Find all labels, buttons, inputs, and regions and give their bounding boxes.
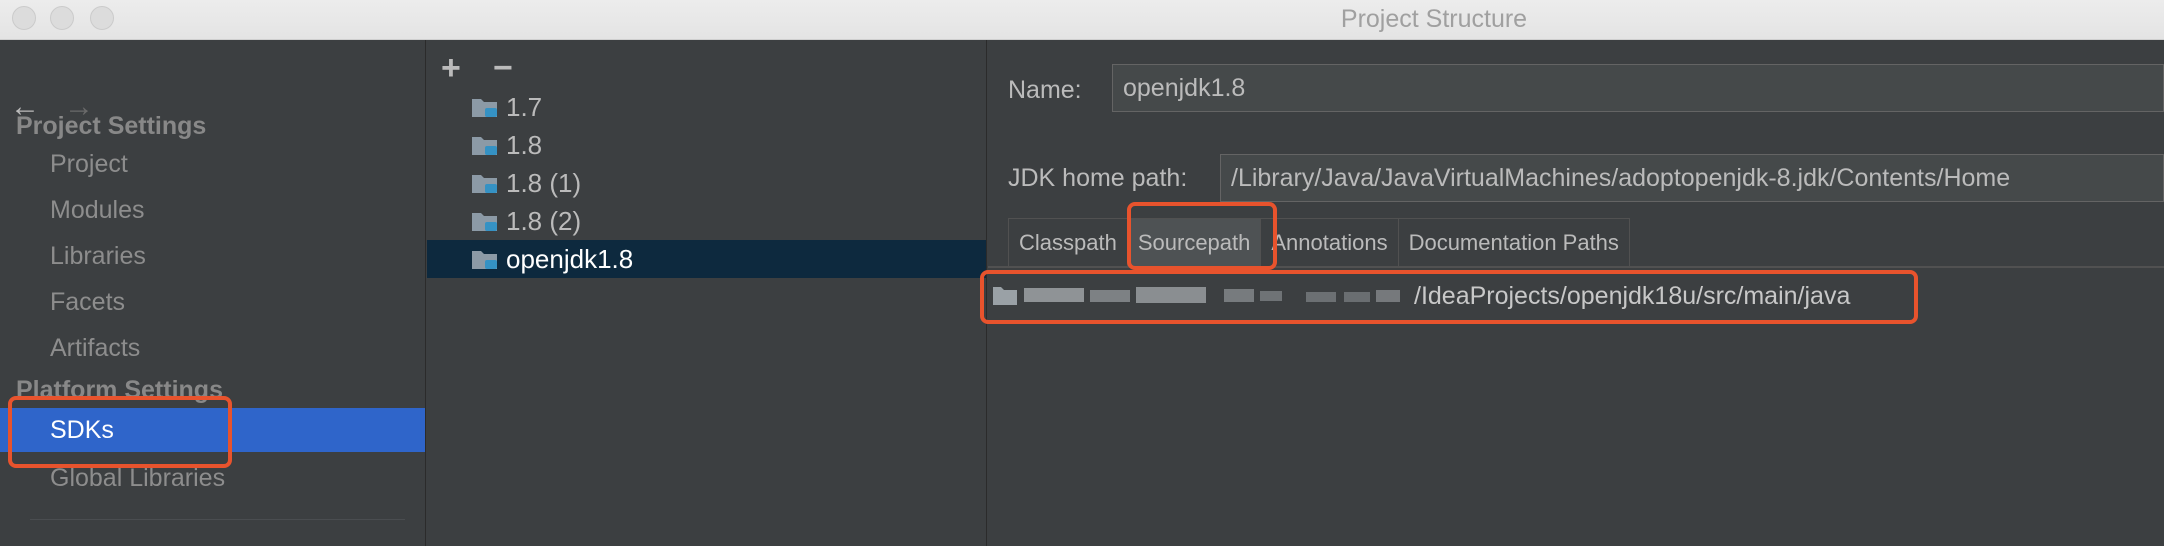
sdk-list-pane: + − 1.7 1.8 1.8 (1) 1.8 (2) openjdk1.8 — [427, 40, 987, 546]
jdk-folder-icon — [472, 137, 497, 155]
jdk-folder-icon — [472, 175, 497, 193]
jdk-folder-icon — [472, 251, 497, 269]
sdk-list-item-label: openjdk1.8 — [506, 244, 634, 274]
close-window-button[interactable] — [12, 6, 36, 30]
nav-item-global-libraries[interactable]: Global Libraries — [0, 456, 425, 500]
minimize-window-button[interactable] — [50, 6, 74, 30]
sdk-list-item-label: 1.8 (2) — [506, 206, 582, 236]
source-path-row[interactable]: /IdeaProjects/openjdk18u/src/main/java — [988, 276, 2164, 316]
title-bar: Project Structure — [0, 0, 2164, 40]
tab-classpath[interactable]: Classpath — [1008, 218, 1128, 268]
sdk-list-item[interactable]: 1.7 — [427, 88, 986, 126]
window-title: Project Structure — [1340, 5, 1528, 33]
tab-sourcepath[interactable]: Sourcepath — [1126, 218, 1262, 268]
tab-documentation-paths[interactable]: Documentation Paths — [1397, 218, 1630, 268]
sdk-tabs: Classpath Sourcepath Annotations Documen… — [1008, 218, 1630, 268]
add-sdk-button[interactable]: + — [441, 48, 461, 88]
name-input[interactable]: openjdk1.8 — [1112, 64, 2164, 112]
platform-settings-header: Platform Settings — [16, 376, 223, 404]
remove-sdk-button[interactable]: − — [493, 48, 513, 88]
sdk-list-item[interactable]: 1.8 (2) — [427, 202, 986, 240]
project-settings-header: Project Settings — [16, 112, 207, 140]
nav-item-artifacts[interactable]: Artifacts — [0, 326, 425, 370]
jdk-folder-icon — [472, 99, 497, 117]
sdk-list-item-label: 1.8 (1) — [506, 168, 582, 198]
nav-divider — [30, 519, 405, 520]
jdk-home-path-label: JDK home path: — [1008, 164, 1188, 192]
sdk-list-item-selected[interactable]: openjdk1.8 — [427, 240, 986, 278]
sdk-list-item[interactable]: 1.8 — [427, 126, 986, 164]
sdk-list-item[interactable]: 1.8 (1) — [427, 164, 986, 202]
nav-item-libraries[interactable]: Libraries — [0, 234, 425, 278]
sdk-list-item-label: 1.7 — [506, 92, 543, 122]
nav-item-sdks[interactable]: SDKs — [0, 408, 425, 452]
folder-icon — [993, 287, 1017, 305]
name-label: Name: — [1008, 76, 1082, 104]
nav-item-project[interactable]: Project — [0, 142, 425, 186]
redacted-path-segment — [1024, 287, 1400, 303]
tab-annotations[interactable]: Annotations — [1260, 218, 1399, 268]
zoom-window-button[interactable] — [90, 6, 114, 30]
settings-nav-pane: ← → Project Settings Project Modules Lib… — [0, 40, 426, 546]
tab-divider — [988, 266, 2164, 268]
sdk-list-item-label: 1.8 — [506, 130, 543, 160]
nav-item-modules[interactable]: Modules — [0, 188, 425, 232]
jdk-folder-icon — [472, 213, 497, 231]
jdk-home-path-input[interactable]: /Library/Java/JavaVirtualMachines/adopto… — [1220, 154, 2164, 202]
nav-item-facets[interactable]: Facets — [0, 280, 425, 324]
sdk-detail-pane: Name: openjdk1.8 JDK home path: /Library… — [988, 40, 2164, 546]
source-path-text: /IdeaProjects/openjdk18u/src/main/java — [1414, 282, 1851, 310]
